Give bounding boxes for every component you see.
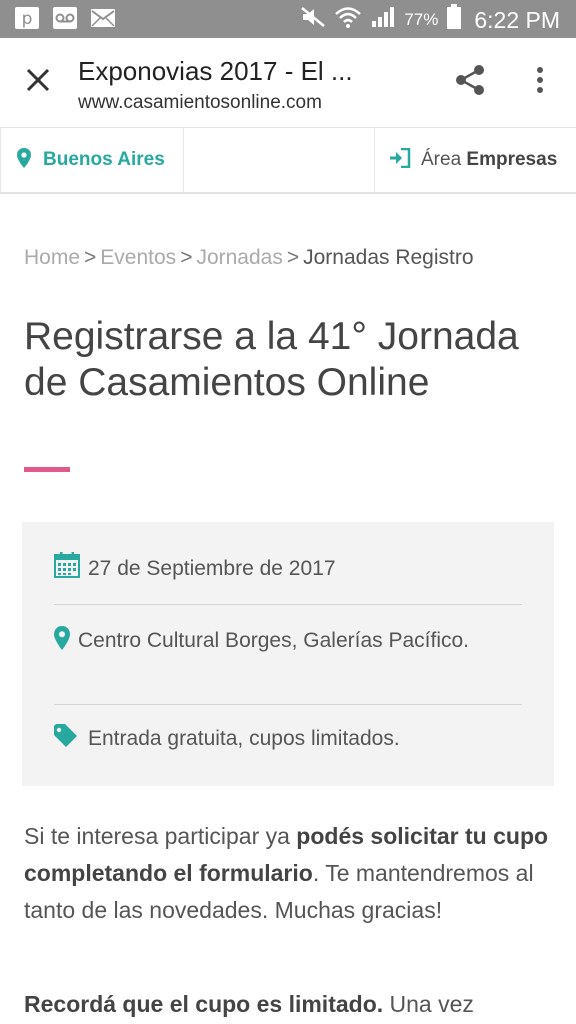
signal-icon [370, 5, 396, 35]
location-label: Buenos Aires [43, 149, 165, 170]
calendar-icon [54, 552, 80, 588]
page-url[interactable]: www.casamientosonline.com [78, 92, 322, 114]
area-empresas-link[interactable]: Área Empresas [374, 128, 576, 192]
event-date-text: 27 de Septiembre de 2017 [88, 557, 336, 580]
breadcrumb-eventos[interactable]: Eventos [100, 246, 176, 269]
sign-in-icon [389, 147, 411, 173]
more-vert-icon [536, 66, 544, 99]
status-bar: p 77% 6:22 PM [0, 0, 576, 38]
svg-text:p: p [22, 9, 33, 29]
breadcrumb-current: Jornadas Registro [303, 246, 474, 269]
wifi-icon [334, 5, 362, 35]
page-tab-title: Exponovias 2017 - El ... [78, 56, 353, 86]
event-place: Centro Cultural Borges, Galerías Pacífic… [54, 624, 522, 660]
event-place-text: Centro Cultural Borges, Galerías Pacífic… [78, 629, 470, 652]
tag-icon [54, 724, 80, 758]
breadcrumb-separator: > [84, 246, 97, 269]
event-price: Entrada gratuita, cupos limitados. [54, 722, 522, 758]
divider [54, 704, 522, 705]
divider [54, 604, 522, 605]
battery-icon [446, 4, 462, 36]
battery-percent: 77% [404, 10, 439, 29]
area-empresas-label: Área Empresas [421, 149, 558, 170]
mail-icon [90, 6, 116, 30]
title-underline [24, 467, 70, 472]
share-button[interactable] [450, 62, 490, 102]
site-nav-bar: Buenos Aires Área Empresas [0, 128, 576, 194]
limited-notice-paragraph: Recordá que el cupo es limitado. Una vez [24, 991, 474, 1017]
share-icon [454, 64, 486, 101]
close-button[interactable] [18, 62, 58, 102]
more-options-button[interactable] [520, 62, 560, 102]
browser-toolbar: Exponovias 2017 - El ... www.casamientos… [0, 38, 576, 128]
map-pin-icon [17, 147, 31, 173]
voicemail-icon [52, 6, 78, 30]
mute-icon [300, 5, 326, 35]
location-selector[interactable]: Buenos Aires [0, 128, 184, 192]
breadcrumb-separator: > [180, 246, 193, 269]
event-info-box: 27 de Septiembre de 2017 Centro Cultural… [22, 522, 554, 786]
event-price-text: Entrada gratuita, cupos limitados. [88, 727, 400, 750]
close-icon [25, 67, 51, 98]
event-date: 27 de Septiembre de 2017 [54, 552, 522, 588]
clock: 6:22 PM [474, 6, 560, 33]
breadcrumb-home[interactable]: Home [24, 246, 80, 269]
breadcrumb-separator: > [286, 246, 300, 269]
intro-paragraph: Si te interesa participar ya podés solic… [24, 823, 549, 923]
breadcrumb: Home > Eventos > Jornadas > Jornadas Registro [24, 246, 474, 270]
page-title: Registrarse a la 41° Jornada de Casamien… [24, 315, 519, 404]
breadcrumb-jornadas[interactable]: Jornadas [196, 246, 282, 269]
map-pin-icon [54, 626, 70, 660]
p-icon: p [14, 6, 40, 30]
